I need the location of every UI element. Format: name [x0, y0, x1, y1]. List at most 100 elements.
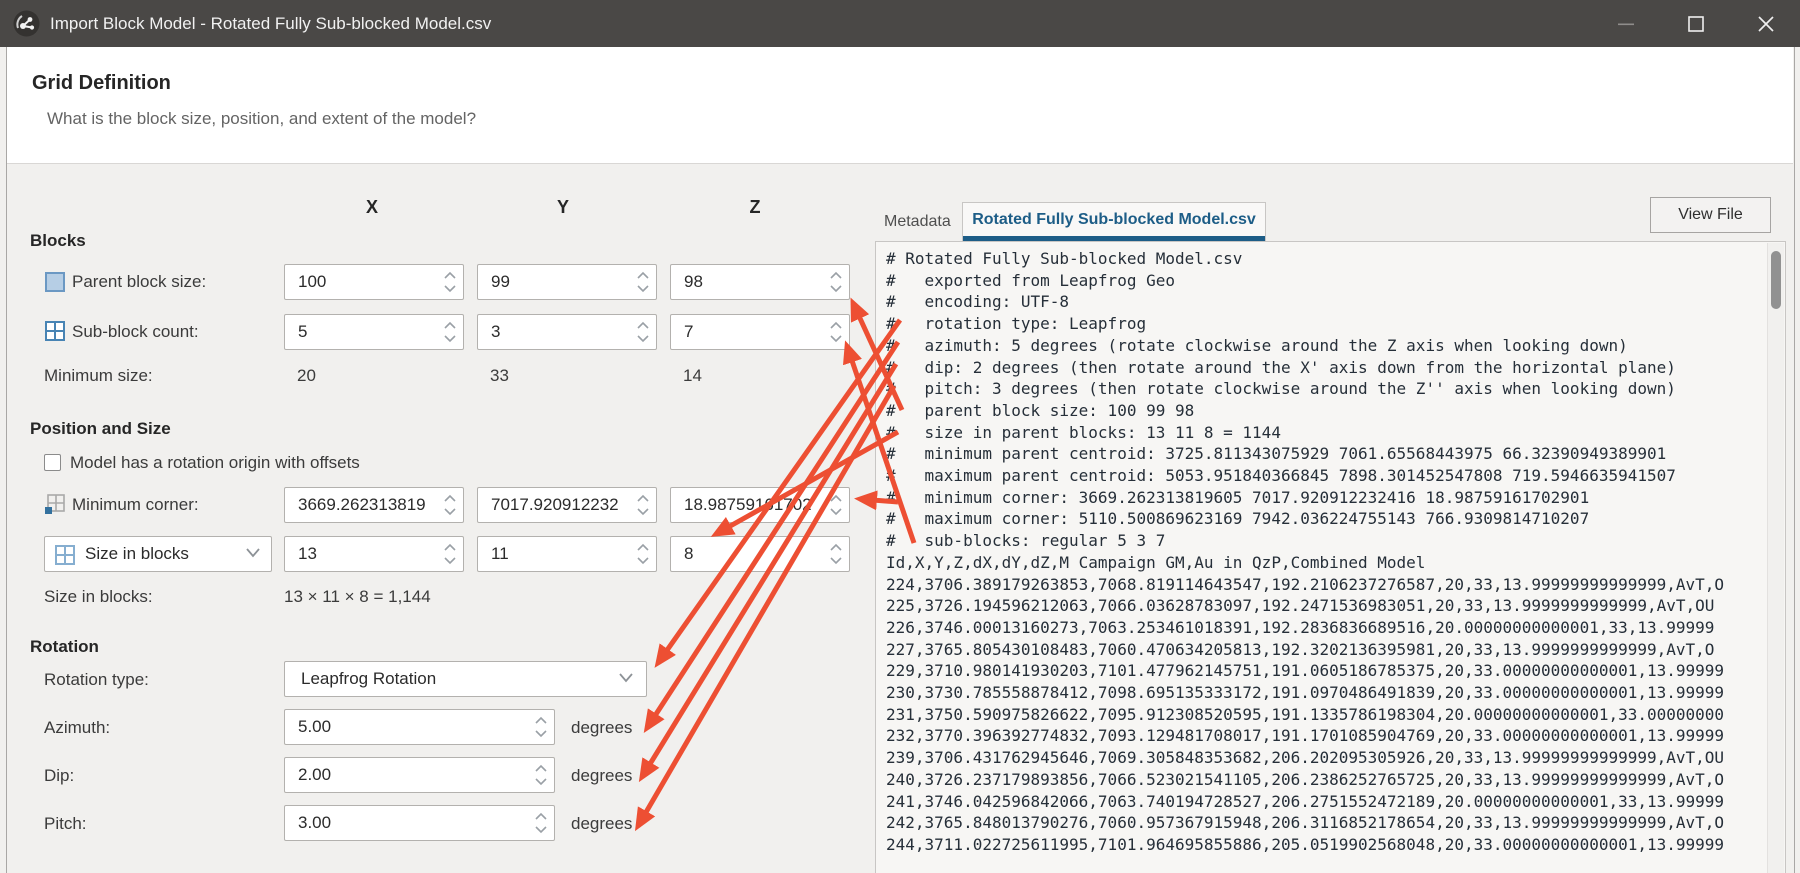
- minimize-icon: [1615, 13, 1637, 35]
- blocks-heading: Blocks: [30, 231, 86, 251]
- rotation-origin-checkbox[interactable]: [44, 454, 61, 471]
- minimum-size-label: Minimum size:: [44, 366, 153, 386]
- column-header-z: Z: [723, 197, 787, 218]
- size-in-blocks-y-value: 11: [491, 537, 509, 571]
- pitch-unit: degrees: [571, 814, 632, 834]
- sub-block-count-label: Sub-block count:: [72, 322, 199, 342]
- sub-block-count-y-input[interactable]: 3: [477, 314, 657, 350]
- parent-block-size-z-value: 98: [684, 265, 703, 299]
- spin-buttons[interactable]: [635, 269, 651, 295]
- minimum-size-y: 33: [490, 366, 509, 386]
- rotation-heading: Rotation: [30, 637, 99, 657]
- pitch-value: 3.00: [298, 806, 331, 840]
- rotation-type-label: Rotation type:: [44, 670, 149, 690]
- spin-buttons[interactable]: [533, 714, 549, 740]
- sub-block-count-x-value: 5: [298, 315, 307, 349]
- pitch-input[interactable]: 3.00: [284, 805, 555, 841]
- sub-block-count-z-input[interactable]: 7: [670, 314, 850, 350]
- minimum-corner-label: Minimum corner:: [72, 495, 199, 515]
- view-file-button[interactable]: View File: [1650, 197, 1771, 233]
- size-in-blocks-y-input[interactable]: 11: [477, 536, 657, 572]
- sub-block-count-z-value: 7: [684, 315, 693, 349]
- file-preview-panel: # Rotated Fully Sub-blocked Model.csv # …: [875, 241, 1786, 873]
- parent-block-size-x-value: 100: [298, 265, 326, 299]
- position-size-heading: Position and Size: [30, 419, 171, 439]
- leapfrog-app-icon: [13, 10, 40, 37]
- azimuth-unit: degrees: [571, 718, 632, 738]
- dip-value: 2.00: [298, 758, 331, 792]
- dip-input[interactable]: 2.00: [284, 757, 555, 793]
- size-in-blocks-x-value: 13: [298, 537, 317, 571]
- step-header: [7, 47, 1793, 164]
- file-content: # Rotated Fully Sub-blocked Model.csv # …: [886, 248, 1724, 856]
- vertical-scrollbar[interactable]: [1767, 243, 1784, 873]
- size-summary-label: Size in blocks:: [44, 587, 153, 607]
- sub-block-count-x-input[interactable]: 5: [284, 314, 464, 350]
- minimize-button[interactable]: [1595, 0, 1657, 47]
- sub-block-count-icon: [44, 320, 66, 342]
- spin-buttons[interactable]: [828, 319, 844, 345]
- minimum-corner-y-value: 7017.920912232: [491, 488, 619, 522]
- minimum-corner-y-input[interactable]: 7017.920912232: [477, 487, 657, 523]
- spin-buttons[interactable]: [442, 541, 458, 567]
- pitch-label: Pitch:: [44, 814, 87, 834]
- spin-buttons[interactable]: [442, 269, 458, 295]
- minimum-size-z: 14: [683, 366, 702, 386]
- spin-buttons[interactable]: [533, 762, 549, 788]
- close-button[interactable]: [1735, 0, 1797, 47]
- rotation-origin-label: Model has a rotation origin with offsets: [70, 453, 360, 473]
- spin-buttons[interactable]: [635, 319, 651, 345]
- spin-buttons[interactable]: [828, 492, 844, 518]
- size-in-blocks-combo[interactable]: Size in blocks: [44, 536, 272, 572]
- azimuth-label: Azimuth:: [44, 718, 110, 738]
- minimum-corner-z-value: 18.98759161702: [684, 488, 812, 522]
- parent-block-size-icon: [44, 271, 66, 293]
- column-header-x: X: [340, 197, 404, 218]
- size-in-blocks-z-value: 8: [684, 537, 693, 571]
- spin-buttons[interactable]: [635, 492, 651, 518]
- window-title: Import Block Model - Rotated Fully Sub-b…: [50, 0, 491, 47]
- parent-block-size-label: Parent block size:: [72, 272, 206, 292]
- chevron-down-icon: [245, 547, 261, 559]
- size-summary-value: 13 × 11 × 8 = 1,144: [284, 587, 431, 607]
- dip-label: Dip:: [44, 766, 74, 786]
- import-block-model-dialog: Import Block Model - Rotated Fully Sub-b…: [0, 0, 1800, 873]
- tab-file-preview[interactable]: Rotated Fully Sub-blocked Model.csv: [962, 202, 1266, 241]
- page-title: Grid Definition: [32, 72, 171, 95]
- minimum-corner-z-input[interactable]: 18.98759161702: [670, 487, 850, 523]
- parent-block-size-y-value: 99: [491, 265, 510, 299]
- parent-block-size-x-input[interactable]: 100: [284, 264, 464, 300]
- maximize-icon: [1685, 13, 1707, 35]
- size-in-blocks-x-input[interactable]: 13: [284, 536, 464, 572]
- dip-unit: degrees: [571, 766, 632, 786]
- minimum-corner-x-value: 3669.262313819: [298, 488, 426, 522]
- size-in-blocks-combo-value: Size in blocks: [85, 537, 189, 571]
- spin-buttons[interactable]: [533, 810, 549, 836]
- title-bar[interactable]: Import Block Model - Rotated Fully Sub-b…: [0, 0, 1800, 47]
- spin-buttons[interactable]: [442, 492, 458, 518]
- azimuth-input[interactable]: 5.00: [284, 709, 555, 745]
- scrollbar-thumb[interactable]: [1771, 251, 1781, 309]
- tab-metadata[interactable]: Metadata: [884, 203, 951, 241]
- parent-block-size-y-input[interactable]: 99: [477, 264, 657, 300]
- rotation-type-combo[interactable]: Leapfrog Rotation: [284, 661, 647, 697]
- size-in-blocks-z-input[interactable]: 8: [670, 536, 850, 572]
- maximize-button[interactable]: [1665, 0, 1727, 47]
- close-icon: [1755, 13, 1777, 35]
- minimum-size-x: 20: [297, 366, 316, 386]
- minimum-corner-icon: [44, 493, 66, 515]
- spin-buttons[interactable]: [442, 319, 458, 345]
- spin-buttons[interactable]: [828, 541, 844, 567]
- page-subtitle: What is the block size, position, and ex…: [47, 109, 476, 129]
- minimum-corner-x-input[interactable]: 3669.262313819: [284, 487, 464, 523]
- column-header-y: Y: [531, 197, 595, 218]
- sub-block-count-y-value: 3: [491, 315, 500, 349]
- parent-block-size-z-input[interactable]: 98: [670, 264, 850, 300]
- size-in-blocks-icon: [54, 544, 76, 566]
- chevron-down-icon: [618, 672, 634, 684]
- rotation-type-value: Leapfrog Rotation: [301, 662, 436, 696]
- azimuth-value: 5.00: [298, 710, 331, 744]
- spin-buttons[interactable]: [635, 541, 651, 567]
- spin-buttons[interactable]: [828, 269, 844, 295]
- tab-file-preview-label: Rotated Fully Sub-blocked Model.csv: [963, 203, 1265, 237]
